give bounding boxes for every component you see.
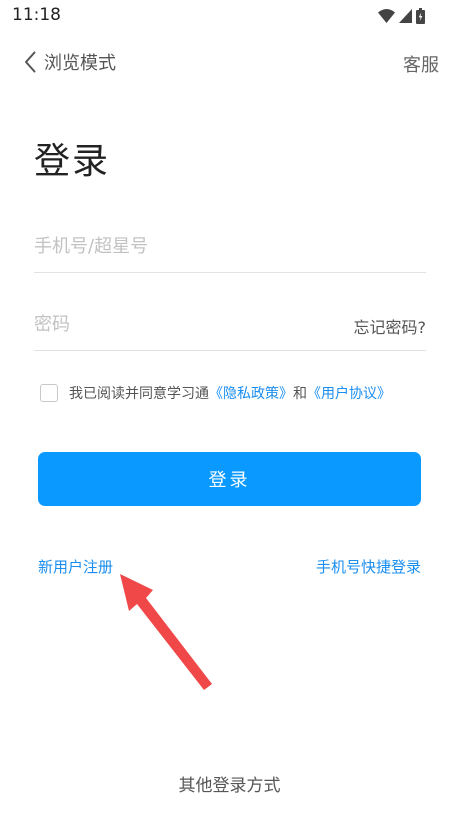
privacy-policy-link[interactable]: 《隐私政策》 (209, 386, 293, 402)
agreement-row: 我已阅读并同意学习通《隐私政策》和《用户协议》 (40, 382, 391, 404)
forgot-password-link[interactable]: 忘记密码? (354, 314, 427, 338)
phone-quick-login-link[interactable]: 手机号快捷登录 (316, 556, 421, 577)
browse-mode-label: 浏览模式 (44, 53, 116, 74)
chevron-left-icon (25, 51, 36, 73)
phone-input[interactable] (34, 222, 334, 270)
page-title: 登录 (34, 141, 111, 182)
agreement-and: 和 (293, 386, 307, 402)
top-bar: 浏览模式 客服 (0, 40, 459, 84)
phone-field (34, 222, 426, 273)
other-login-methods[interactable]: 其他登录方式 (0, 771, 459, 796)
status-bar: 11:18 (0, 0, 459, 32)
wifi-icon (378, 9, 395, 23)
agreement-checkbox[interactable] (40, 384, 58, 402)
agreement-text: 我已阅读并同意学习通《隐私政策》和《用户协议》 (69, 383, 391, 403)
annotation-arrow (120, 574, 212, 690)
status-time: 11:18 (12, 5, 61, 25)
password-field: 忘记密码? (34, 300, 426, 351)
password-input[interactable] (34, 300, 334, 348)
agreement-prefix: 我已阅读并同意学习通 (69, 386, 209, 402)
login-button[interactable]: 登录 (38, 452, 421, 506)
customer-service-button[interactable]: 客服 (403, 51, 439, 77)
register-link[interactable]: 新用户注册 (38, 556, 113, 577)
user-agreement-link[interactable]: 《用户协议》 (307, 386, 391, 402)
back-button[interactable]: 浏览模式 (24, 48, 116, 76)
cell-signal-icon (399, 9, 412, 23)
status-icons (378, 7, 425, 25)
battery-icon (416, 8, 425, 24)
